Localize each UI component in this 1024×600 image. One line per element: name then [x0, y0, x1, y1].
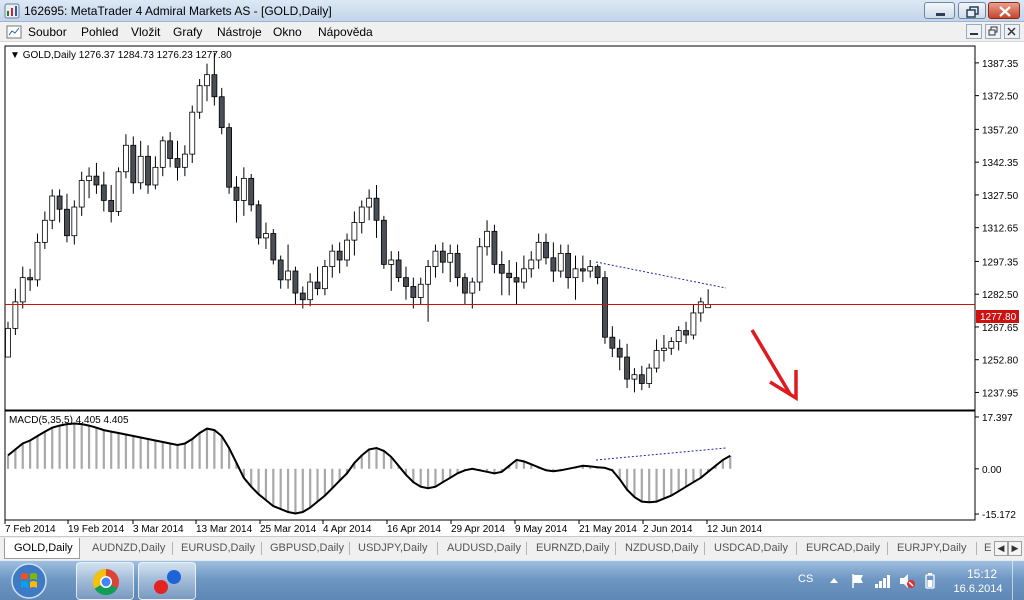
show-desktop-button[interactable]: [1012, 561, 1024, 600]
candle: [226, 123, 233, 194]
clock-date[interactable]: 16.6.2014: [948, 583, 1008, 595]
tab-gbpusd-daily[interactable]: GBPUSD,Daily: [270, 542, 344, 554]
price-tick-label: 1327.50: [982, 191, 1019, 202]
windows-taskbar: CS 15:12 16.6.2014: [0, 560, 1024, 600]
minimize-button[interactable]: [924, 2, 955, 19]
restore-button[interactable]: [958, 2, 986, 19]
macd-tick-label: 17.397: [982, 413, 1013, 424]
price-tick-label: 1252.80: [982, 356, 1019, 367]
chrome-icon: [92, 568, 119, 596]
tab-eurusd-daily[interactable]: EURUSD,Daily: [181, 542, 255, 554]
tab-usdjpy-daily[interactable]: USDJPY,Daily: [358, 542, 428, 554]
time-tick-label: 3 Mar 2014: [133, 524, 184, 535]
tab-eurjpy-daily[interactable]: EURJPY,Daily: [897, 542, 967, 554]
price-tick-label: 1342.35: [982, 158, 1019, 169]
mdi-close-button[interactable]: [1004, 24, 1020, 39]
price-tick-label: 1372.50: [982, 92, 1019, 103]
mdi-restore-button[interactable]: [985, 24, 1001, 39]
window-title: 162695: MetaTrader 4 Admiral Markets AS …: [24, 4, 332, 18]
menu-napoveda[interactable]: Nápověda: [318, 25, 373, 39]
menu-nastroje[interactable]: Nástroje: [217, 25, 262, 39]
price-tick-label: 1387.35: [982, 59, 1019, 70]
macd-axis: 17.397 0.00 -15.172: [975, 413, 1016, 521]
volume-muted-icon[interactable]: [898, 572, 916, 590]
time-tick-label: 13 Mar 2014: [196, 524, 253, 535]
macd-header: MACD(5,35,5) 4.405 4.405: [9, 415, 129, 426]
menu-vlozit[interactable]: Vložit: [131, 25, 160, 39]
price-tick-label: 1267.65: [982, 323, 1019, 334]
time-tick-label: 7 Feb 2014: [5, 524, 56, 535]
chrome-taskbar-button[interactable]: [76, 562, 134, 600]
chart-window[interactable]: 1387.35 1372.50 1357.20 1342.35 1327.50 1312.…: [0, 42, 1024, 536]
price-chart[interactable]: 1387.35 1372.50 1357.20 1342.35 1327.50 1312.…: [0, 42, 1024, 536]
tab-gold-daily[interactable]: GOLD,Daily: [4, 538, 80, 559]
chart-window-icon: [6, 25, 22, 39]
time-tick-label: 25 Mar 2014: [260, 524, 317, 535]
tab-usdcad-daily[interactable]: USDCAD,Daily: [714, 542, 788, 554]
menu-soubor[interactable]: Soubor: [28, 25, 67, 39]
metatrader-icon: [154, 570, 181, 594]
tab-eurnzd-daily[interactable]: EURNZD,Daily: [536, 542, 609, 554]
menu-bar: Soubor Pohled Vložit Grafy Nástroje Okno…: [0, 22, 1024, 42]
candle: [189, 105, 196, 163]
network-signal-icon[interactable]: [874, 572, 892, 590]
time-tick-label: 19 Feb 2014: [68, 524, 125, 535]
time-tick-label: 9 May 2014: [515, 524, 568, 535]
candle: [602, 271, 608, 344]
price-tick-label: 1237.95: [982, 388, 1019, 399]
time-tick-label: 29 Apr 2014: [451, 524, 505, 535]
mdi-minimize-button[interactable]: [966, 24, 982, 39]
tab-eurcad-daily[interactable]: EURCAD,Daily: [806, 542, 880, 554]
symbol-tab-bar: GOLD,Daily AUDNZD,Daily EURUSD,Daily GBP…: [0, 536, 1024, 560]
time-tick-label: 21 May 2014: [579, 524, 637, 535]
candle: [270, 229, 277, 265]
show-hidden-icons-icon[interactable]: [828, 572, 840, 588]
tab-scroll-left-button[interactable]: ◀: [994, 541, 1008, 556]
action-center-flag-icon[interactable]: [850, 572, 866, 590]
price-tick-label: 1297.35: [982, 257, 1019, 268]
time-tick-label: 2 Jun 2014: [643, 524, 693, 535]
time-tick-label: 4 Apr 2014: [323, 524, 372, 535]
menu-grafy[interactable]: Grafy: [173, 25, 202, 39]
tab-audusd-daily[interactable]: AUDUSD,Daily: [447, 542, 521, 554]
macd-tick-label: -15.172: [982, 510, 1016, 521]
tab-scroll-right-button[interactable]: ▶: [1008, 541, 1022, 556]
battery-icon[interactable]: [924, 572, 936, 590]
tab-audnzd-daily[interactable]: AUDNZD,Daily: [92, 542, 165, 554]
time-tick-label: 16 Apr 2014: [387, 524, 441, 535]
candle: [115, 167, 122, 216]
price-axis: 1387.35 1372.50 1357.20 1342.35 1327.50 1312.…: [975, 59, 1019, 399]
menu-pohled[interactable]: Pohled: [81, 25, 118, 39]
price-tick-label: 1312.65: [982, 224, 1019, 235]
time-axis: 7 Feb 2014 19 Feb 2014 3 Mar 2014 13 Mar 20…: [4, 520, 762, 535]
clock-time[interactable]: 15:12: [962, 567, 1002, 581]
language-indicator[interactable]: CS: [798, 573, 813, 585]
chart-header: ▼ GOLD,Daily 1276.37 1284.73 1276.23 127…: [10, 50, 232, 61]
macd-tick-label: 0.00: [982, 465, 1002, 476]
menu-okno[interactable]: Okno: [273, 25, 302, 39]
tab-overflow[interactable]: E: [984, 542, 991, 554]
metatrader-app-icon: [4, 3, 20, 19]
price-tick-label: 1282.50: [982, 290, 1019, 301]
windows-start-icon[interactable]: [2, 561, 56, 600]
metatrader-taskbar-button[interactable]: [138, 562, 196, 600]
tab-nzdusd-daily[interactable]: NZDUSD,Daily: [625, 542, 698, 554]
candle: [380, 215, 387, 269]
close-button[interactable]: [988, 2, 1020, 19]
window-titlebar: 162695: MetaTrader 4 Admiral Markets AS …: [0, 0, 1024, 22]
price-tick-label: 1357.20: [982, 125, 1019, 136]
current-price-label: 1277.80: [980, 312, 1017, 323]
candle: [255, 200, 262, 245]
time-tick-label: 12 Jun 2014: [707, 524, 762, 535]
